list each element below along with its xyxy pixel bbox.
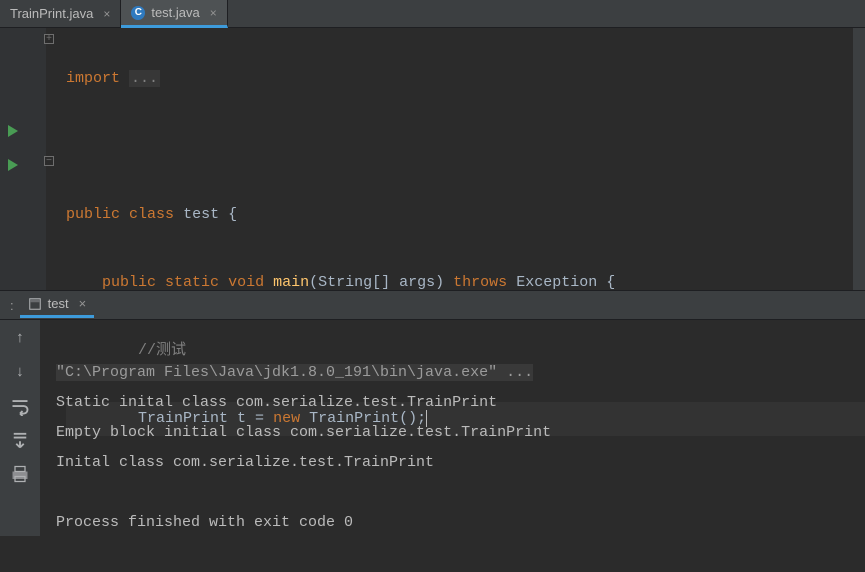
- keyword-public: public: [102, 274, 156, 291]
- run-class-icon[interactable]: [8, 125, 18, 137]
- run-tab[interactable]: test ×: [20, 292, 95, 318]
- close-icon[interactable]: ×: [210, 6, 217, 20]
- tab-label: test.java: [151, 5, 199, 20]
- code-editor[interactable]: + − import ... public class test { publi…: [0, 28, 865, 290]
- down-stack-icon[interactable]: ↓: [10, 362, 30, 382]
- close-icon[interactable]: ×: [103, 7, 110, 21]
- console-line: Empty block initial class com.serialize.…: [56, 424, 551, 441]
- console-line: Static inital class com.serialize.test.T…: [56, 394, 497, 411]
- params: (String[] args): [309, 274, 444, 291]
- exception-type: Exception: [516, 274, 597, 291]
- keyword-public: public: [66, 206, 120, 223]
- run-config-icon: [28, 297, 42, 311]
- keyword-class: class: [129, 206, 174, 223]
- run-tool-body: ↑ ↓ "C:\Program Files\Java\jdk1.8.0_191\…: [0, 320, 865, 536]
- editor-gutter: + −: [0, 28, 46, 290]
- method-name: main: [273, 274, 309, 291]
- fold-icon[interactable]: +: [44, 34, 54, 44]
- run-tool-label-prefix: :: [10, 298, 14, 313]
- editor-scrollbar[interactable]: [853, 28, 865, 290]
- folded-ellipsis[interactable]: ...: [129, 70, 160, 87]
- print-icon[interactable]: [10, 464, 30, 484]
- brace: {: [219, 206, 237, 223]
- console-exit: Process finished with exit code 0: [56, 514, 353, 531]
- keyword-static: static: [165, 274, 219, 291]
- scroll-to-end-icon[interactable]: [10, 430, 30, 450]
- keyword-void: void: [228, 274, 264, 291]
- keyword-throws: throws: [453, 274, 507, 291]
- run-main-icon[interactable]: [8, 159, 18, 171]
- run-tab-label: test: [48, 296, 69, 311]
- up-stack-icon[interactable]: ↑: [10, 328, 30, 348]
- editor-tab-bar: TrainPrint.java × C test.java ×: [0, 0, 865, 28]
- keyword-import: import: [66, 70, 120, 87]
- java-class-icon: C: [131, 6, 145, 20]
- code-area[interactable]: import ... public class test { public st…: [46, 28, 865, 290]
- tab-test[interactable]: C test.java ×: [121, 0, 227, 28]
- fold-icon[interactable]: −: [44, 156, 54, 166]
- tab-label: TrainPrint.java: [10, 6, 93, 21]
- classname: test: [183, 206, 219, 223]
- close-icon[interactable]: ×: [79, 296, 87, 311]
- soft-wrap-icon[interactable]: [10, 396, 30, 416]
- tab-trainprint[interactable]: TrainPrint.java ×: [0, 0, 121, 27]
- run-tool-gutter: ↑ ↓: [0, 320, 40, 536]
- console-command: "C:\Program Files\Java\jdk1.8.0_191\bin\…: [56, 364, 533, 381]
- console-line: Inital class com.serialize.test.TrainPri…: [56, 454, 434, 471]
- console-output[interactable]: "C:\Program Files\Java\jdk1.8.0_191\bin\…: [40, 320, 865, 536]
- brace: {: [597, 274, 615, 291]
